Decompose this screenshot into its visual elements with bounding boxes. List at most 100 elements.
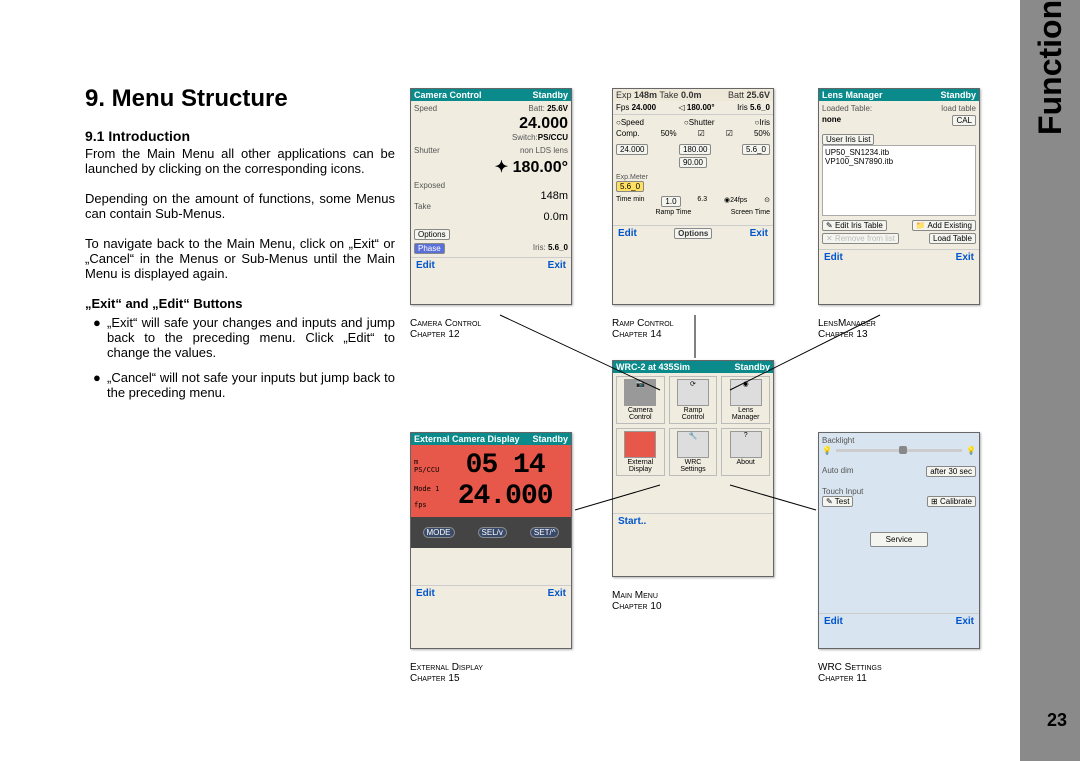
- start-button[interactable]: Start..: [618, 516, 646, 527]
- external-display-screen: External Camera Display Standby mPS/CCU 0…: [410, 432, 572, 649]
- exit-button[interactable]: Exit: [548, 260, 566, 271]
- lbl: Batt:: [528, 104, 544, 113]
- lbl: load table: [941, 104, 976, 113]
- val: 1.0: [661, 196, 680, 207]
- options-button[interactable]: Options: [674, 228, 712, 239]
- title: External Camera Display: [414, 434, 520, 444]
- val: 0.0m: [414, 211, 568, 223]
- service-button[interactable]: Service: [870, 532, 929, 547]
- exit-button[interactable]: Exit: [750, 228, 768, 239]
- lbl: Screen Time: [731, 209, 770, 216]
- title: WRC-2 at 435Sim: [616, 362, 690, 372]
- lbl: Exposed: [414, 181, 568, 190]
- status: Standby: [734, 362, 770, 372]
- options-button[interactable]: Options: [414, 229, 450, 240]
- lbl: Time min: [616, 196, 645, 207]
- test-button[interactable]: Test: [835, 497, 850, 506]
- set-button[interactable]: SET/^: [530, 527, 560, 538]
- sel-button[interactable]: SEL/v: [478, 527, 507, 538]
- edit-button[interactable]: Edit: [824, 616, 843, 627]
- val: 90.00: [679, 157, 707, 168]
- button[interactable]: Add Existing: [928, 221, 972, 230]
- slider[interactable]: [836, 449, 962, 452]
- ramp-icon[interactable]: ⟳Ramp Control: [669, 376, 718, 424]
- wrc-settings-screen: Backlight 💡💡 Auto dimafter 30 sec Touch …: [818, 432, 980, 649]
- exit-button[interactable]: Exit: [956, 616, 974, 627]
- lbl: Speed: [414, 104, 437, 113]
- val: 5.6_0: [742, 144, 770, 155]
- button[interactable]: Load Table: [929, 233, 976, 244]
- title: Lens Manager: [822, 90, 883, 100]
- lbl: m: [414, 458, 439, 466]
- val: 180.00°: [687, 103, 715, 112]
- lens-icon[interactable]: ◉Lens Manager: [721, 376, 770, 424]
- settings-icon[interactable]: 🔧WRC Settings: [669, 428, 718, 476]
- led-display: 24.000: [439, 481, 571, 512]
- para: From the Main Menu all other application…: [85, 146, 395, 176]
- dropdown[interactable]: after 30 sec: [926, 466, 976, 477]
- bullet: „Cancel“ will not safe your inputs but j…: [85, 370, 395, 400]
- ramp-control-screen: Exp 148m Take 0.0m Batt 25.6V Fps 24.000…: [612, 88, 774, 305]
- val: 50%: [661, 129, 677, 138]
- lbl: Speed: [621, 118, 644, 127]
- caption: LensManagerChapter 13: [818, 318, 876, 340]
- caption: Camera ControlChapter 12: [410, 318, 481, 340]
- list-item[interactable]: UP50_SN1234.itb: [825, 148, 973, 157]
- subheading2: „Exit“ and „Edit“ Buttons: [85, 296, 395, 311]
- lbl: Loaded Table:: [822, 104, 872, 113]
- lbl: Fps: [616, 103, 629, 112]
- val: 6.3: [697, 196, 707, 207]
- val: 24.000: [616, 144, 648, 155]
- lbl: non LDS lens: [520, 146, 568, 155]
- val: 5.6_0: [616, 181, 644, 192]
- status: Standby: [532, 434, 568, 444]
- tab-label: Functions: [1032, 0, 1069, 135]
- lbl: PS/CCU: [414, 466, 439, 474]
- val: 5.6_0: [548, 243, 568, 252]
- side-tab: Functions: [1020, 0, 1080, 761]
- bulb-icon: 💡: [966, 446, 976, 455]
- cal-button[interactable]: CAL: [952, 115, 976, 126]
- caption: External DisplayChapter 15: [410, 662, 483, 684]
- val: 24fps: [730, 197, 747, 204]
- caption: Main MenuChapter 10: [612, 590, 662, 612]
- val: 5.6_0: [750, 103, 770, 112]
- title: Camera Control: [414, 90, 482, 100]
- about-icon[interactable]: ?About: [721, 428, 770, 476]
- lbl: Take: [659, 90, 678, 100]
- phase-button[interactable]: Phase: [414, 243, 445, 254]
- camera-icon[interactable]: 📷Camera Control: [616, 376, 665, 424]
- lbl: Shutter: [414, 146, 440, 155]
- val: none: [822, 115, 841, 126]
- edit-button[interactable]: Edit: [416, 588, 435, 599]
- list-item[interactable]: VP100_SN7890.itb: [825, 157, 973, 166]
- edit-button[interactable]: Edit: [618, 228, 637, 239]
- caption: WRC SettingsChapter 11: [818, 662, 882, 684]
- heading: 9. Menu Structure: [85, 85, 395, 113]
- shutter-value: 180.00°: [513, 159, 568, 176]
- lbl: Switch:: [512, 133, 538, 142]
- val: 148m: [634, 90, 657, 100]
- status: Standby: [940, 90, 976, 100]
- lbl: Shutter: [689, 118, 715, 127]
- para: Depending on the amount of functions, so…: [85, 191, 395, 221]
- lbl: Auto dim: [822, 466, 854, 477]
- display-icon[interactable]: External Display: [616, 428, 665, 476]
- camera-control-screen: Camera ControlStandby SpeedBatt: 25.6V 2…: [410, 88, 572, 305]
- lbl: Backlight: [822, 436, 976, 445]
- button[interactable]: Edit Iris Table: [835, 221, 883, 230]
- mode-button[interactable]: MODE: [423, 527, 455, 538]
- calibrate-button[interactable]: Calibrate: [940, 497, 972, 506]
- led-display: 05 14: [439, 450, 571, 481]
- lbl: Comp.: [616, 129, 640, 138]
- val: 180.00: [679, 144, 711, 155]
- edit-button[interactable]: Edit: [416, 260, 435, 271]
- exit-button[interactable]: Exit: [956, 252, 974, 263]
- edit-button[interactable]: Edit: [824, 252, 843, 263]
- main-menu-screen: WRC-2 at 435Sim Standby 📷Camera Control ⟳…: [612, 360, 774, 577]
- lbl: User Iris List: [822, 134, 874, 145]
- exit-button[interactable]: Exit: [548, 588, 566, 599]
- val: 0.0m: [681, 90, 702, 100]
- lbl: Batt: [728, 90, 744, 100]
- val: 25.6V: [547, 104, 568, 113]
